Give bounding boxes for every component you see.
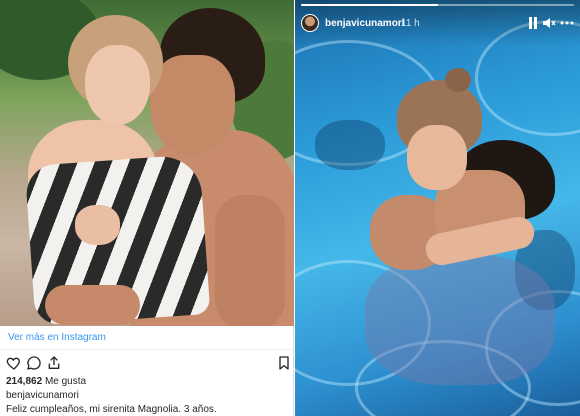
- man-arm: [215, 195, 285, 326]
- story-header: benjavicunamori 11 h: [295, 0, 580, 46]
- action-bar: [0, 352, 294, 374]
- post-photo[interactable]: [0, 0, 294, 326]
- likes-number: 214,862: [6, 376, 43, 387]
- pause-icon[interactable]: [527, 16, 539, 30]
- likes-label: Me gusta: [44, 376, 87, 387]
- man-face: [150, 55, 235, 155]
- see-more-bar: Ver más en Instagram: [0, 326, 294, 350]
- more-icon[interactable]: [559, 16, 575, 30]
- girl-hair-bun: [445, 68, 471, 92]
- likes-count[interactable]: 214,862 Me gusta: [6, 376, 86, 387]
- story-progress-fill: [301, 4, 438, 6]
- submerged-body: [365, 255, 555, 385]
- bookmark-icon[interactable]: [276, 355, 292, 371]
- comment-icon[interactable]: [26, 355, 42, 371]
- instagram-post: Ver más en Instagram 214,862 Me gusta be…: [0, 0, 294, 416]
- man-hand: [45, 285, 140, 325]
- girl-hand: [75, 205, 120, 245]
- water-shadow: [315, 120, 385, 170]
- story-username[interactable]: benjavicunamori: [325, 18, 404, 29]
- mute-icon[interactable]: [542, 16, 556, 30]
- story-progress-bar: [301, 4, 574, 6]
- post-username[interactable]: benjavicunamori: [6, 390, 79, 401]
- post-caption: Feliz cumpleaños, mi sirenita Magnolia. …: [6, 404, 217, 415]
- girl-face: [85, 45, 150, 125]
- share-icon[interactable]: [46, 355, 62, 371]
- see-more-link[interactable]: Ver más en Instagram: [8, 332, 106, 343]
- instagram-story[interactable]: benjavicunamori 11 h: [295, 0, 580, 416]
- girl-face: [407, 125, 467, 190]
- avatar[interactable]: [301, 14, 319, 32]
- story-time: 11 h: [401, 18, 420, 29]
- heart-icon[interactable]: [6, 355, 22, 371]
